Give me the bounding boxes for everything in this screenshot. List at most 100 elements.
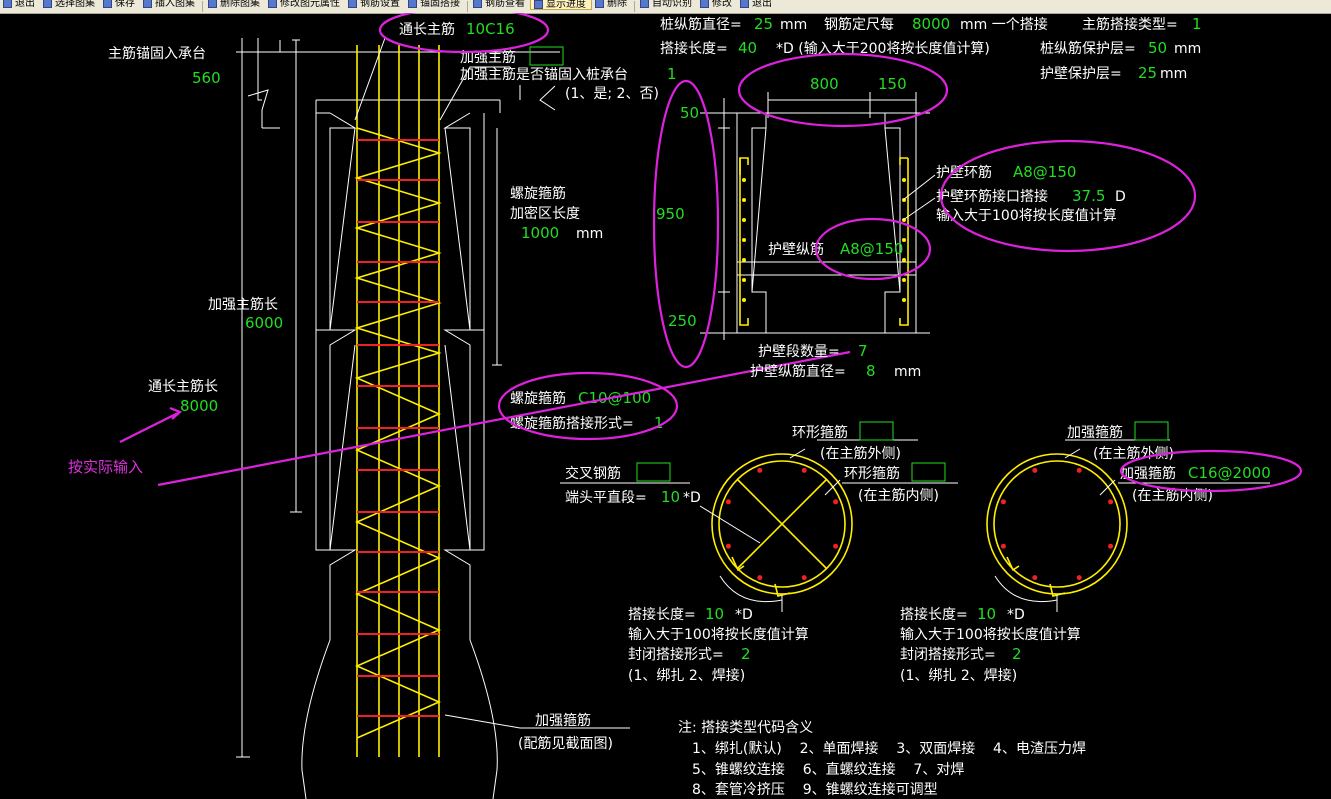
wall-bar-dot xyxy=(902,278,906,282)
wall-dim-950[interactable]: 950 xyxy=(656,205,685,223)
sec2-close-value[interactable]: 2 xyxy=(1012,645,1022,663)
wall-ring-lap-value[interactable]: 37.5 xyxy=(1072,187,1105,205)
toolbar-label: 钢筋查看 xyxy=(485,0,525,9)
toolbar-button-6[interactable]: 钢筋设置 xyxy=(345,0,405,10)
spiral-dense-value[interactable]: 1000 xyxy=(521,224,559,242)
notes-row-3: 8、套管冷挤压 9、锥螺纹连接可调型 xyxy=(692,781,938,798)
wall-dim-50[interactable]: 50 xyxy=(680,104,699,122)
sec2-lap-unit: *D xyxy=(1007,607,1025,623)
pile-bar-dia-label: 桩纵筋直径= xyxy=(660,16,742,33)
through-bar-value[interactable]: 10C16 xyxy=(466,20,515,38)
wall-long-dia-unit: mm xyxy=(894,364,921,380)
wall-bar-dot xyxy=(742,198,746,202)
wall-long-dia-value[interactable]: 8 xyxy=(866,362,876,380)
pile-cover-value[interactable]: 50 xyxy=(1148,39,1167,57)
wall-cover-value[interactable]: 25 xyxy=(1138,64,1157,82)
reinf-len-label: 加强主筋长 xyxy=(208,296,278,313)
wall-dim-150[interactable]: 150 xyxy=(878,75,907,93)
sec1-end-label: 端头平直段= xyxy=(565,489,647,506)
sec1-cross-label: 交叉钢筋 xyxy=(565,465,621,482)
wall-bar-dot xyxy=(742,178,746,182)
sec1-ring-in-note: (在主筋内侧) xyxy=(858,487,939,504)
section-main-bar xyxy=(757,575,763,581)
main-bar-anchor-value[interactable]: 560 xyxy=(192,69,221,87)
toolbar-button-12[interactable]: 修改 xyxy=(697,0,737,10)
toolbar-button-5[interactable]: 修改图元属性 xyxy=(265,0,345,10)
main-bar-anchor-label: 主筋锚固入承台 xyxy=(108,45,206,62)
toolbar: 退出 选择图集 保存 插入图集 删除图集 修改图元属性 钢筋设置 锚固搭接 钢筋查看 显示进度 删除… xyxy=(0,0,1331,14)
toolbar-button-9[interactable]: 显示进度 xyxy=(530,0,592,10)
sec2-reinf-out-label: 加强箍筋 xyxy=(1067,424,1123,441)
reinf-len-value[interactable]: 6000 xyxy=(245,314,283,332)
wall-bar-dot xyxy=(742,218,746,222)
wall-dim-800[interactable]: 800 xyxy=(810,75,839,93)
sec2-reinf-in-value[interactable]: C16@2000 xyxy=(1188,464,1271,482)
toolbar-button-10[interactable]: 删除 xyxy=(592,0,632,10)
wall-ring-label: 护壁环筋 xyxy=(936,164,992,181)
through-bar-label: 通长主筋 xyxy=(399,21,455,38)
sec1-lap-unit: *D xyxy=(735,607,753,623)
sec1-close-value[interactable]: 2 xyxy=(741,645,751,663)
toolbar-icon xyxy=(700,0,709,8)
sec2-close-label: 封闭搭接形式= xyxy=(900,646,996,663)
sec1-end-unit: *D xyxy=(683,490,701,506)
toolbar-label: 钢筋设置 xyxy=(360,0,400,9)
bottom-stirrup-label: 加强箍筋 xyxy=(535,712,591,729)
bar-length-value[interactable]: 8000 xyxy=(912,15,950,33)
toolbar-separator xyxy=(202,1,203,12)
sec1-ring-in-label: 环形箍筋 xyxy=(844,465,900,482)
toolbar-button-7[interactable]: 锚固搭接 xyxy=(405,0,465,10)
sec1-cross-input[interactable] xyxy=(636,462,671,482)
highlight-wall-dims xyxy=(737,52,949,128)
wall-long-dia-label: 护壁纵筋直径= xyxy=(750,363,846,380)
wall-cover-unit: mm xyxy=(1160,66,1187,82)
toolbar-button-2[interactable]: 保存 xyxy=(100,0,140,10)
wall-bar-dot xyxy=(902,298,906,302)
sec1-lap-value[interactable]: 10 xyxy=(705,605,724,623)
sec2-reinf-out-input[interactable] xyxy=(1134,421,1169,441)
toolbar-button-8[interactable]: 钢筋查看 xyxy=(470,0,530,10)
wall-segments-value[interactable]: 7 xyxy=(858,342,868,360)
wall-bar-dot xyxy=(742,298,746,302)
sec1-ring-out-input[interactable] xyxy=(859,421,894,441)
wall-segments-label: 护壁段数量= xyxy=(758,344,840,360)
toolbar-label: 删除 xyxy=(607,0,627,9)
sec1-ring-in-input[interactable] xyxy=(911,462,946,482)
sec1-end-value[interactable]: 10 xyxy=(661,488,680,506)
spiral-lap-value[interactable]: 1 xyxy=(654,414,664,432)
sec2-lap-value[interactable]: 10 xyxy=(977,605,996,623)
wall-dim-250[interactable]: 250 xyxy=(668,312,697,330)
toolbar-button-1[interactable]: 选择图集 xyxy=(40,0,100,10)
wall-ring-value[interactable]: A8@150 xyxy=(1013,163,1076,181)
toolbar-separator xyxy=(634,1,635,12)
wall-bar-dot xyxy=(902,178,906,182)
spiral-label: 螺旋箍筋 xyxy=(510,390,566,407)
pile-cover-unit: mm xyxy=(1174,41,1201,57)
toolbar-icon xyxy=(534,0,543,9)
section-main-bar xyxy=(1032,575,1038,581)
reinf-anchor-value[interactable]: 1 xyxy=(667,65,677,83)
sec1-ring-out-label: 环形箍筋 xyxy=(792,424,848,441)
toolbar-icon xyxy=(740,0,749,8)
lap-length-note: *D (输入大于200将按长度值计算) xyxy=(776,41,990,57)
wall-bar-dot xyxy=(742,278,746,282)
sec1-close-options: (1、绑扎 2、焊接) xyxy=(628,667,745,684)
reinf-bar-input[interactable] xyxy=(529,46,564,66)
toolbar-button-4[interactable]: 删除图集 xyxy=(205,0,265,10)
wall-long-value[interactable]: A8@150 xyxy=(840,240,903,258)
spiral-dense-label-2: 加密区长度 xyxy=(510,205,580,222)
toolbar-label: 插入图集 xyxy=(155,0,195,9)
pile-bar-dia-value[interactable]: 25 xyxy=(754,15,773,33)
reinf-anchor-label: 加强主筋是否锚固入桩承台 xyxy=(460,66,628,83)
sec1-ring-out-note: (在主筋外侧) xyxy=(820,445,901,462)
main-lap-type-value[interactable]: 1 xyxy=(1192,15,1202,33)
through-len-value[interactable]: 8000 xyxy=(180,397,218,415)
toolbar-button-11[interactable]: 自动识别 xyxy=(637,0,697,10)
toolbar-button-0[interactable]: 退出 xyxy=(0,0,40,10)
toolbar-icon xyxy=(43,0,52,8)
section-main-bar xyxy=(725,543,731,549)
toolbar-button-13[interactable]: 退出 xyxy=(737,0,777,10)
section-main-bar xyxy=(1108,499,1114,505)
lap-length-value[interactable]: 40 xyxy=(738,39,757,57)
toolbar-button-3[interactable]: 插入图集 xyxy=(140,0,200,10)
